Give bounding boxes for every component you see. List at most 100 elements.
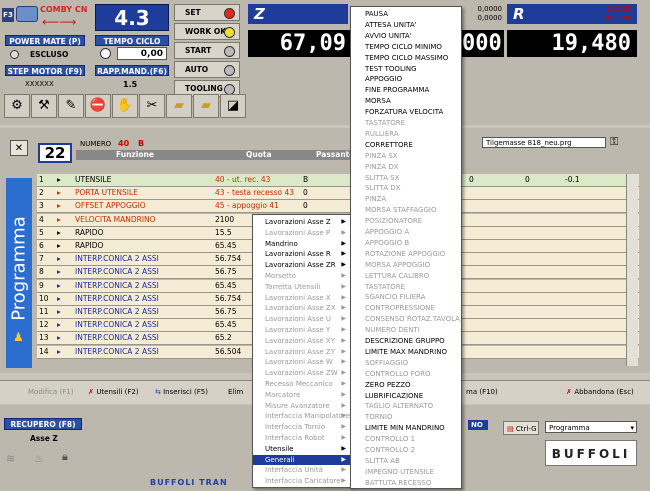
context-menu-item-label: Morsetto: [265, 272, 296, 280]
numero-label: NUMERO: [80, 140, 112, 148]
mode-select[interactable]: Programma ▾: [545, 421, 637, 433]
context-menu-item-label: Misure Avanzatore: [265, 401, 330, 410]
submenu-item[interactable]: APPOGGIO: [351, 74, 461, 85]
elimina-button[interactable]: Elim: [228, 385, 243, 399]
submenu-arrow-icon: ▶: [341, 466, 346, 474]
tempo-ciclo-field[interactable]: 0,00: [117, 47, 167, 60]
submenu-item: PINZA: [365, 195, 387, 204]
submenu-item[interactable]: ZERO PEZZO: [351, 380, 461, 391]
context-menu-item-label: Lavorazioni Asse R: [265, 250, 331, 259]
context-menu-item-label: Lavorazioni Asse X: [265, 293, 331, 302]
context-menu-item-label: Generali: [265, 455, 295, 464]
submenu-item: APPOGGIO A: [365, 228, 410, 236]
row-command: INTERP.CONICA 2 ASSI: [75, 267, 159, 277]
command-icon: ▸: [57, 293, 61, 303]
work-ok-button[interactable]: WORK OK: [174, 23, 240, 40]
submenu-item[interactable]: DESCRIZIONE GRUPPO: [351, 336, 461, 347]
submenu-item: PINZA DX: [365, 162, 399, 171]
asse-z-label: Asse Z: [30, 434, 58, 443]
submenu-item: CONTROPRESSIONE: [365, 304, 435, 313]
context-menu-item: Lavorazioni Asse P ▶: [253, 228, 351, 239]
context-menu-item[interactable]: Mandrino ▶: [253, 239, 351, 250]
submenu-item[interactable]: LIMITE MAX MANDRINO: [351, 347, 461, 358]
submenu-arrow-icon: ▶: [341, 444, 346, 452]
row-number: 3: [39, 201, 44, 211]
step-motor-label[interactable]: STEP MOTOR (F9): [5, 65, 85, 76]
row-number: 6: [39, 241, 44, 250]
clip-icon[interactable]: ✂: [139, 94, 165, 118]
key-icon[interactable]: ⚿: [610, 135, 632, 149]
rapp-mand-label[interactable]: RAPP.MAND.(F6): [95, 65, 169, 76]
command-icon: ▸: [57, 214, 61, 224]
submenu-item[interactable]: PAUSA: [351, 9, 461, 20]
submenu-item[interactable]: LUBRIFICAZIONE: [351, 391, 461, 402]
submenu-item[interactable]: ATTESA UNITA': [351, 20, 461, 31]
person-icon: ♟: [13, 330, 24, 344]
hand-icon[interactable]: ✋: [112, 94, 138, 118]
col-passante: Passante: [316, 150, 355, 159]
start-button[interactable]: START: [174, 42, 240, 59]
chevron-down-icon: ▾: [630, 424, 634, 432]
recupero-label[interactable]: RECUPERO (F8): [4, 418, 82, 430]
table-row[interactable]: 2 ▸ PORTA UTENSILE 43 - testa recesso 43 0: [37, 187, 639, 201]
close-program-icon[interactable]: ✕: [10, 140, 28, 156]
ctrl-g-button[interactable]: ▤ Ctrl-G: [503, 421, 539, 435]
submenu-item[interactable]: LIMITE MIN MANDRINO: [351, 423, 461, 434]
submenu-item: BATTUTA RECESSO: [365, 478, 432, 487]
context-menu-item[interactable]: Utensile ▶: [253, 444, 351, 455]
folder-icon[interactable]: ▰: [193, 94, 219, 118]
context-menu-item[interactable]: Generali ▶: [253, 454, 351, 466]
buffoli-logo-text: BUFFOLI: [551, 447, 631, 461]
row-command: INTERP.CONICA 2 ASSI: [75, 320, 159, 330]
row-command: RAPIDO: [75, 241, 104, 250]
context-menu-item-label: Marcatore: [265, 390, 301, 399]
file-name-field[interactable]: Tilgemasse 818_neu.prg: [482, 137, 606, 148]
submenu-item[interactable]: AVVIO UNITA': [351, 31, 461, 42]
context-menu-item: Interfaccia Manipolatore ▶: [253, 411, 351, 422]
submenu-arrow-icon: ▶: [341, 477, 346, 485]
row-command: PORTA UTENSILE: [75, 188, 138, 198]
submenu-arrow-icon: ▶: [341, 434, 346, 441]
mid-small-1: 0,0000: [477, 5, 503, 13]
context-menu-item[interactable]: Lavorazioni Asse Z ▶: [253, 217, 351, 228]
table-row[interactable]: 1 ▸ UTENSILE 40 - ut. rec. 43 B 0 0 -0.1: [37, 174, 639, 187]
submenu-arrow-icon: ▶: [341, 423, 346, 431]
row-value-3: -0.1: [565, 175, 580, 184]
context-menu-item[interactable]: Lavorazioni Asse R ▶: [253, 249, 351, 260]
submenu-item[interactable]: MORSA: [351, 96, 461, 107]
command-icon: ▸: [57, 201, 61, 211]
stop-icon[interactable]: ⛔: [85, 94, 111, 118]
submenu-item[interactable]: TEMPO CICLO MINIMO: [351, 42, 461, 53]
submenu-item[interactable]: CORRETTORE: [351, 140, 461, 151]
row-number: 1: [39, 175, 44, 184]
escluso-radio[interactable]: [10, 50, 19, 59]
auto-button[interactable]: AUTO: [174, 61, 240, 78]
submenu-item[interactable]: TEST TOOLING: [351, 64, 461, 75]
inserisci-button[interactable]: ⇆ Inserisci (F5): [155, 385, 208, 399]
eraser-icon[interactable]: ◪: [220, 94, 246, 118]
tool-icon[interactable]: ⚒: [31, 94, 57, 118]
submenu-item: NUMERO DENTI: [365, 326, 420, 335]
folder-open-icon[interactable]: ▰: [166, 94, 192, 118]
utensili-button[interactable]: ✗ Utensili (F2): [88, 385, 139, 399]
context-menu-item[interactable]: Lavorazioni Asse ZR ▶: [253, 260, 351, 271]
submenu-item[interactable]: FINE PROGRAMMA: [351, 85, 461, 96]
submenu-arrow-icon: ▶: [341, 347, 346, 355]
fire-icon: ♨: [34, 452, 44, 465]
drill-icon[interactable]: ✎: [58, 94, 84, 118]
set-button[interactable]: SET: [174, 4, 240, 21]
submenu-item[interactable]: FORZATURA VELOCITA: [351, 107, 461, 118]
grid-scrollbar[interactable]: [626, 174, 638, 366]
abbandona-button[interactable]: ✗ Abbandona (Esc): [566, 385, 634, 399]
command-icon: ▸: [57, 188, 61, 198]
row-command: VELOCITA MANDRINO: [75, 214, 156, 224]
submenu-item[interactable]: TEMPO CICLO MASSIMO: [351, 53, 461, 64]
power-mate-label[interactable]: POWER MATE (P): [5, 35, 85, 46]
programma-button[interactable]: ma (F10): [466, 385, 498, 399]
row-quota: 43 - testa recesso 43: [215, 188, 295, 198]
z-axis-label: Z: [248, 4, 348, 24]
gear-tool-icon[interactable]: ⚙: [4, 94, 30, 118]
modifica-button[interactable]: Modifica (F1): [28, 385, 73, 399]
table-row[interactable]: 3 ▸ OFFSET APPOGGIO 45 - appoggio 41 0: [37, 200, 639, 214]
submenu-arrow-icon: ▶: [341, 358, 346, 366]
